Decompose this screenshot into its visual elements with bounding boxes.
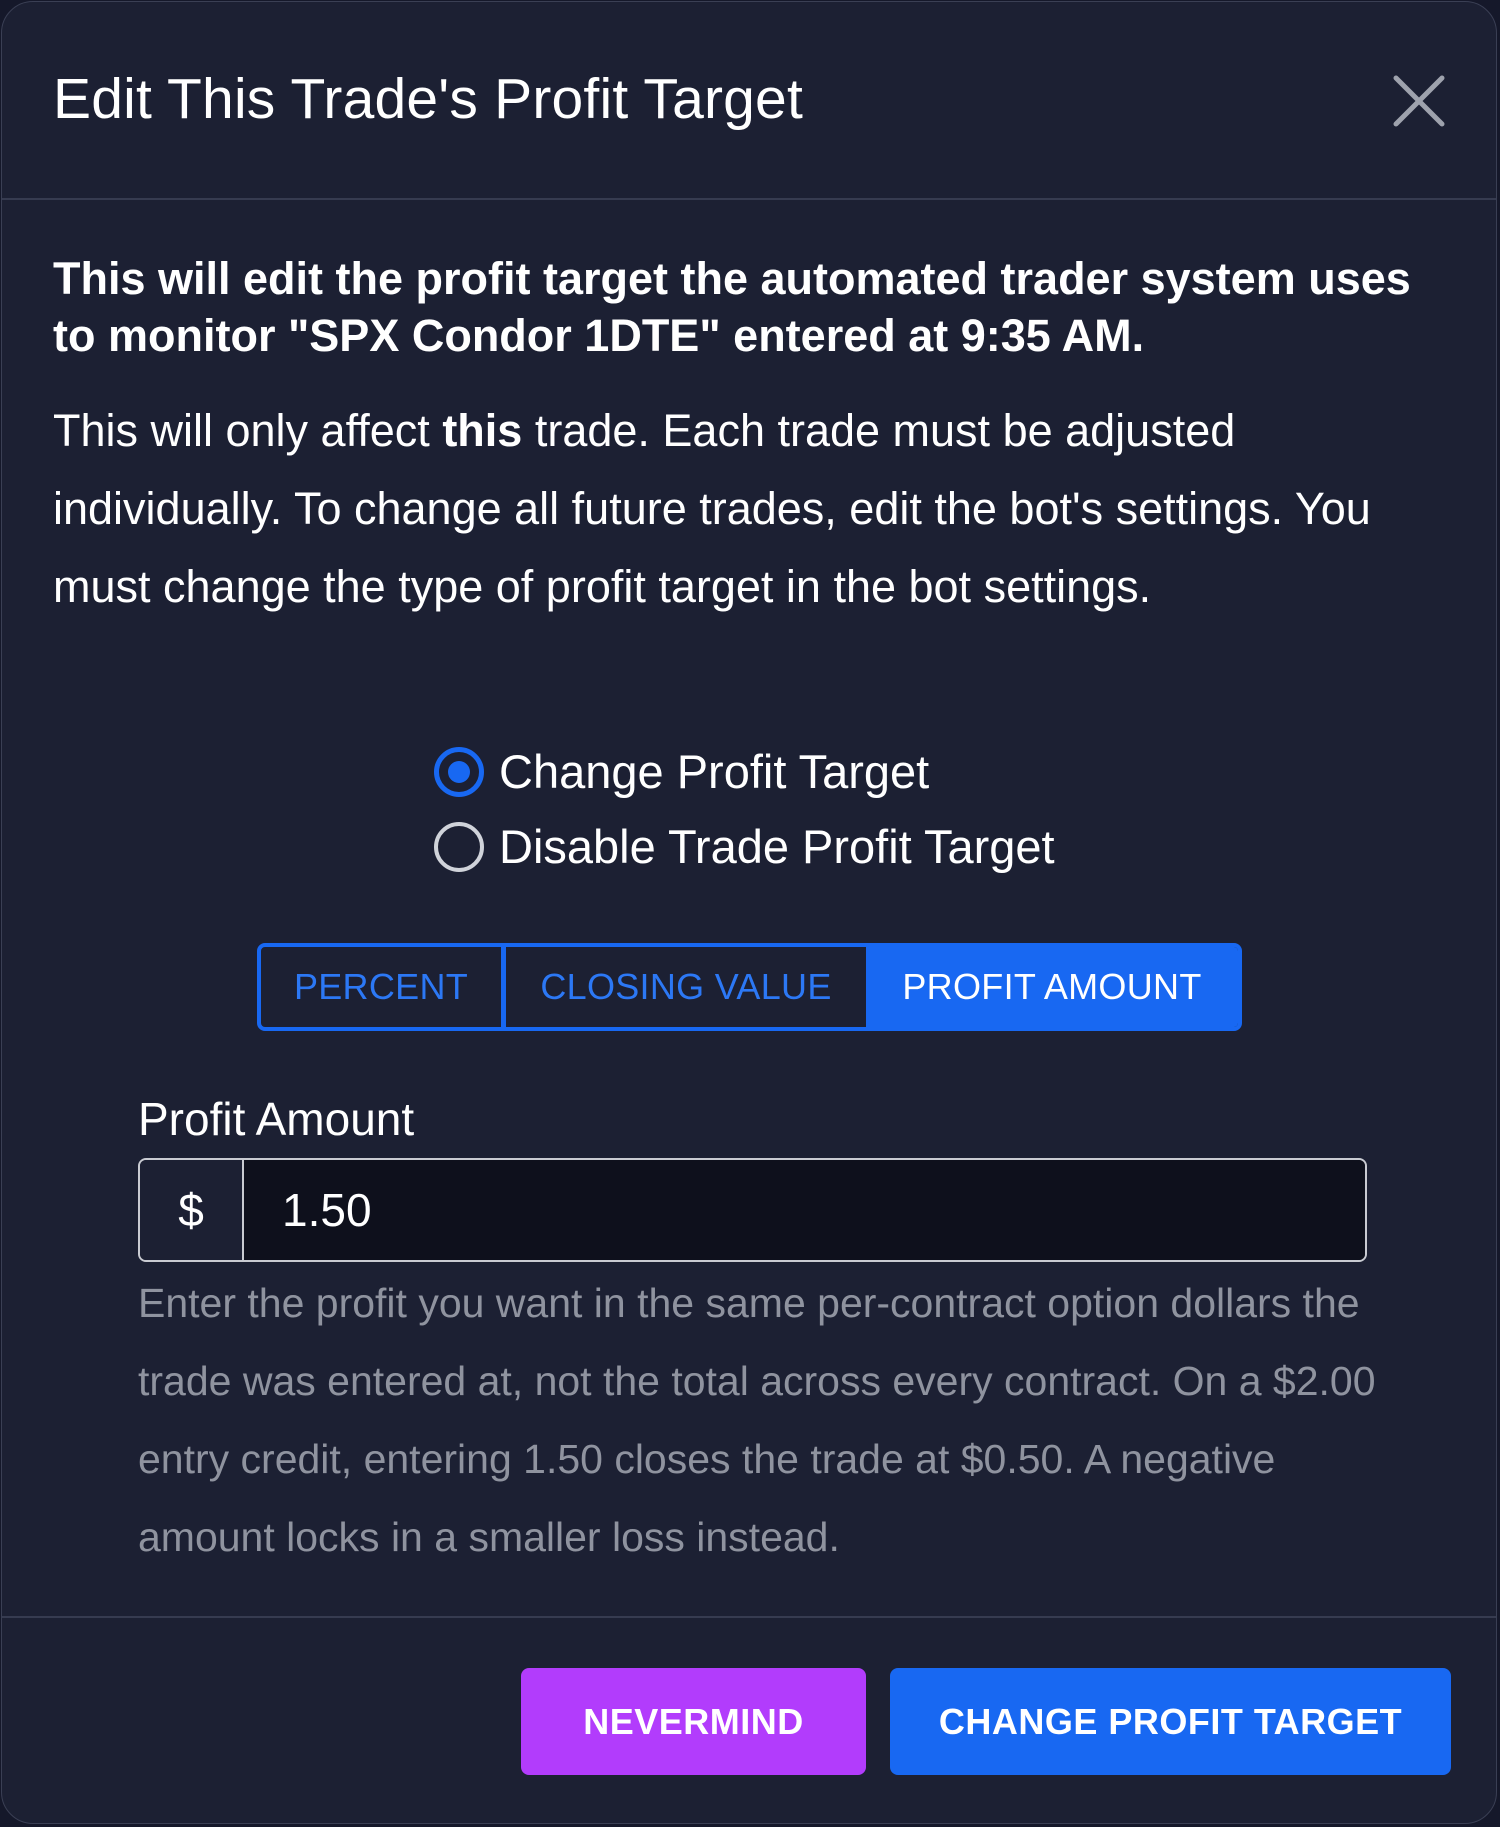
radio-label: Disable Trade Profit Target xyxy=(499,820,1055,873)
info-description: This will only affect this trade. Each t… xyxy=(53,392,1453,626)
edit-profit-target-modal: Edit This Trade's Profit Target This wil… xyxy=(1,1,1497,1824)
dollar-prefix: $ xyxy=(140,1160,244,1260)
profit-amount-label: Profit Amount xyxy=(138,1093,415,1145)
profit-amount-input-group: $ xyxy=(138,1158,1367,1262)
target-type-toggle: PERCENT CLOSING VALUE PROFIT AMOUNT xyxy=(257,943,1242,1031)
toggle-closing-value[interactable]: CLOSING VALUE xyxy=(506,947,866,1027)
radio-disable-profit-target[interactable]: Disable Trade Profit Target xyxy=(434,819,1055,874)
radio-unchecked-icon[interactable] xyxy=(434,821,484,872)
toggle-profit-amount[interactable]: PROFIT AMOUNT xyxy=(866,947,1238,1027)
nevermind-button[interactable]: NEVERMIND xyxy=(521,1668,866,1775)
toggle-percent[interactable]: PERCENT xyxy=(261,947,506,1027)
radio-checked-icon[interactable] xyxy=(434,746,484,797)
info-text-before: This will only affect xyxy=(53,405,443,456)
profit-amount-help-text: Enter the profit you want in the same pe… xyxy=(138,1280,1376,1560)
info-emphasis: this xyxy=(442,405,523,456)
radio-label: Change Profit Target xyxy=(499,745,930,798)
profit-amount-input[interactable] xyxy=(244,1160,1365,1260)
modal-header: Edit This Trade's Profit Target xyxy=(2,2,1496,200)
lead-description: This will edit the profit target the aut… xyxy=(53,253,1411,361)
modal-title: Edit This Trade's Profit Target xyxy=(53,67,803,131)
change-profit-target-button[interactable]: CHANGE PROFIT TARGET xyxy=(890,1668,1451,1775)
radio-change-profit-target[interactable]: Change Profit Target xyxy=(434,744,929,799)
close-icon[interactable] xyxy=(1390,72,1448,130)
